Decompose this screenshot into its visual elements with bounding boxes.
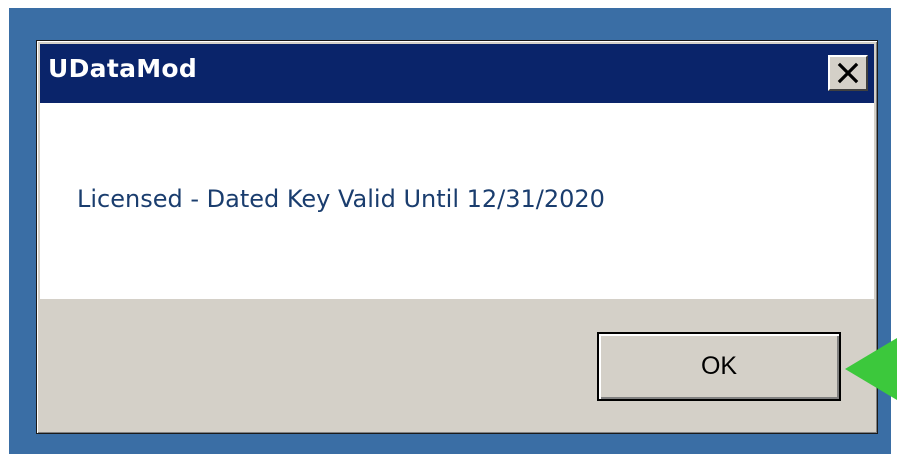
close-button[interactable] (828, 55, 868, 91)
license-dialog: UDataMod Licensed - Dated Key Valid Unti… (36, 40, 878, 434)
license-message: Licensed - Dated Key Valid Until 12/31/2… (77, 185, 605, 213)
dialog-content: Licensed - Dated Key Valid Until 12/31/2… (40, 103, 874, 299)
ok-button-label: OK (700, 352, 738, 380)
close-x-icon (837, 62, 859, 84)
ok-button[interactable]: OK (597, 332, 841, 401)
dialog-title: UDataMod (48, 54, 198, 83)
dialog-titlebar[interactable]: UDataMod (40, 44, 874, 103)
green-arrow-pointer-icon (845, 338, 897, 400)
